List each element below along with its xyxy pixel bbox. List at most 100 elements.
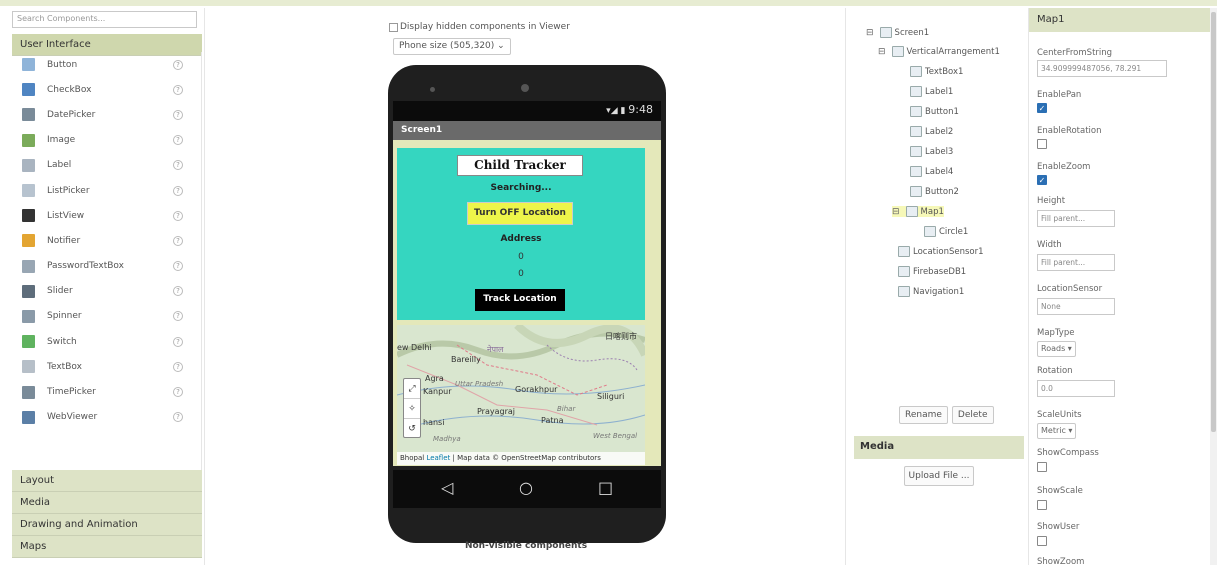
category-media[interactable]: Media	[12, 492, 202, 514]
palette-item-notifier[interactable]: Notifier?	[12, 228, 201, 253]
help-icon[interactable]: ?	[173, 311, 183, 322]
tree-node-label: Label2	[925, 126, 954, 137]
help-icon[interactable]: ?	[173, 59, 183, 70]
location-sensor-input[interactable]: None	[1037, 298, 1115, 315]
palette-item-switch[interactable]: Switch?	[12, 329, 201, 354]
help-icon[interactable]: ?	[173, 160, 183, 171]
palette-item-label: TextBox	[47, 361, 82, 372]
zoom-in-icon[interactable]: ⤢	[404, 379, 420, 399]
collapse-toggle-icon[interactable]: ⊟	[878, 47, 886, 57]
help-icon[interactable]: ?	[173, 185, 183, 196]
tree-node-label2[interactable]: Label2	[910, 126, 953, 137]
component-icon	[898, 246, 910, 257]
map-type-select[interactable]: Roads ▾	[1037, 341, 1076, 357]
home-icon[interactable]: ○	[519, 478, 533, 497]
help-icon[interactable]: ?	[173, 361, 183, 372]
speaker-dot	[430, 87, 435, 92]
track-location-button[interactable]: Track Location	[475, 289, 565, 311]
app-title-textbox[interactable]: Child Tracker	[457, 155, 583, 176]
palette-item-listview[interactable]: ListView?	[12, 203, 201, 228]
show-user-checkbox[interactable]	[1037, 536, 1047, 546]
display-hidden-checkbox[interactable]: Display hidden components in Viewer	[389, 22, 570, 32]
palette-item-timepicker[interactable]: TimePicker?	[12, 379, 201, 404]
help-icon[interactable]: ?	[173, 387, 183, 398]
tree-node-verticalarrangement1[interactable]: ⊟ VerticalArrangement1	[878, 46, 1000, 57]
enable-pan-checkbox[interactable]: ✓	[1037, 103, 1047, 113]
palette-item-button[interactable]: Button?	[12, 52, 201, 77]
palette-item-passwordtextbox[interactable]: PasswordTextBox?	[12, 254, 201, 279]
palette-item-listpicker[interactable]: ListPicker?	[12, 178, 201, 203]
phone-size-select[interactable]: Phone size (505,320) ⌄	[393, 38, 511, 55]
palette-item-label: Image	[47, 135, 76, 146]
tree-node-label: FirebaseDB1	[913, 266, 967, 277]
map-view[interactable]: ew Delhi Bareilly नेपाल 日喀则市 Agra Uttar …	[397, 325, 645, 465]
help-icon[interactable]: ?	[173, 210, 183, 221]
palette-item-checkbox[interactable]: CheckBox?	[12, 77, 201, 102]
tree-node-label1[interactable]: Label1	[910, 86, 953, 97]
tree-node-locationsensor1[interactable]: LocationSensor1	[898, 246, 984, 257]
tree-node-label: Label3	[925, 146, 954, 157]
scrollbar-thumb[interactable]	[1211, 12, 1216, 432]
locate-icon[interactable]: ✧	[404, 399, 420, 419]
collapse-toggle-icon[interactable]: ⊟	[866, 28, 874, 38]
category-layout[interactable]: Layout	[12, 470, 202, 492]
tree-node-label3[interactable]: Label3	[910, 146, 953, 157]
recent-apps-icon[interactable]: □	[598, 478, 613, 497]
address-label: Address	[500, 234, 542, 244]
enable-rotation-checkbox[interactable]	[1037, 139, 1047, 149]
turn-off-location-button[interactable]: Turn OFF Location	[467, 202, 573, 225]
search-components-input[interactable]: Search Components...	[12, 11, 197, 28]
tree-node-screen1[interactable]: ⊟ Screen1	[866, 27, 929, 38]
vertical-arrangement[interactable]: Child Tracker Searching... Turn OFF Loca…	[397, 148, 645, 320]
properties-panel: Map1 CenterFromString 34.909999487056, 7…	[1028, 8, 1211, 567]
tree-node-label4[interactable]: Label4	[910, 166, 953, 177]
help-icon[interactable]: ?	[173, 336, 183, 347]
palette-item-datepicker[interactable]: DatePicker?	[12, 102, 201, 127]
tree-node-button1[interactable]: Button1	[910, 106, 959, 117]
palette-item-image[interactable]: Image?	[12, 128, 201, 153]
width-input[interactable]: Fill parent...	[1037, 254, 1115, 271]
checkbox-box[interactable]	[389, 22, 398, 32]
tree-node-navigation1[interactable]: Navigation1	[898, 286, 964, 297]
palette-item-slider[interactable]: Slider?	[12, 279, 201, 304]
tree-node-circle1[interactable]: Circle1	[924, 226, 968, 237]
palette-item-webviewer[interactable]: WebViewer?	[12, 405, 201, 430]
leaflet-link[interactable]: Leaflet	[426, 454, 450, 462]
rename-button[interactable]: Rename	[899, 406, 948, 424]
help-icon[interactable]: ?	[173, 412, 183, 423]
rotation-input[interactable]: 0.0	[1037, 380, 1115, 397]
tree-node-map1[interactable]: ⊟ Map1	[892, 206, 944, 217]
upload-file-button[interactable]: Upload File ...	[904, 466, 974, 486]
delete-button[interactable]: Delete	[951, 406, 994, 424]
palette-item-label[interactable]: Label?	[12, 153, 201, 178]
component-icon	[898, 266, 910, 277]
scale-units-select[interactable]: Metric ▾	[1037, 423, 1077, 439]
tree-node-label: Navigation1	[913, 286, 965, 297]
center-from-string-input[interactable]: 34.909999487056, 78.291	[1037, 60, 1167, 77]
screen-title-bar: Screen1	[393, 121, 661, 140]
help-icon[interactable]: ?	[173, 261, 183, 272]
help-icon[interactable]: ?	[173, 235, 183, 246]
help-icon[interactable]: ?	[173, 84, 183, 95]
display-hidden-label: Display hidden components in Viewer	[400, 22, 570, 32]
palette-item-textbox[interactable]: TextBox?	[12, 354, 201, 379]
height-input[interactable]: Fill parent...	[1037, 210, 1115, 227]
show-scale-checkbox[interactable]	[1037, 500, 1047, 510]
rotate-icon[interactable]: ↺	[404, 419, 420, 439]
tree-node-firebasedb1[interactable]: FirebaseDB1	[898, 266, 966, 277]
tree-node-button2[interactable]: Button2	[910, 186, 959, 197]
enable-zoom-checkbox[interactable]: ✓	[1037, 175, 1047, 185]
tree-node-textbox1[interactable]: TextBox1	[910, 66, 963, 77]
help-icon[interactable]: ?	[173, 135, 183, 146]
category-maps[interactable]: Maps	[12, 536, 202, 558]
scrollbar[interactable]	[1210, 8, 1217, 565]
collapse-toggle-icon[interactable]: ⊟	[892, 207, 900, 217]
wifi-signal-battery-icon: ▾◢ ▮	[606, 106, 629, 116]
show-compass-checkbox[interactable]	[1037, 462, 1047, 472]
show-user-label: ShowUser	[1037, 522, 1080, 532]
palette-item-spinner[interactable]: Spinner?	[12, 304, 201, 329]
category-drawing-and-animation[interactable]: Drawing and Animation	[12, 514, 202, 536]
back-icon[interactable]: ◁	[441, 478, 453, 497]
help-icon[interactable]: ?	[173, 109, 183, 120]
help-icon[interactable]: ?	[173, 286, 183, 297]
